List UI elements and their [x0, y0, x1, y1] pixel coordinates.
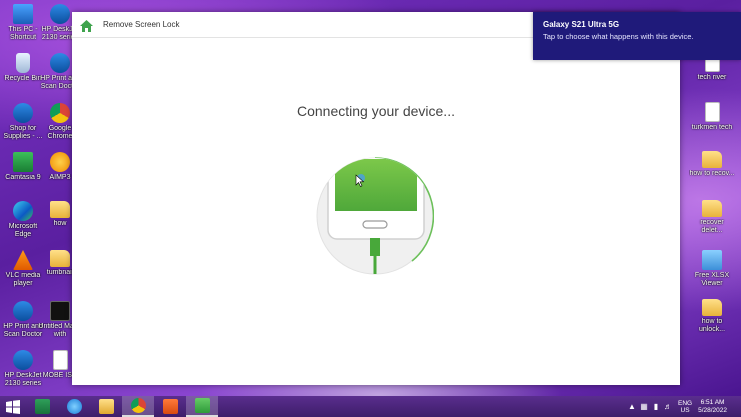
clock[interactable]: 6:51 AM 5/28/2022 — [698, 399, 727, 415]
hp-icon — [50, 4, 70, 24]
desktop-icon-label: how to unlock... — [698, 318, 726, 333]
hp-icon — [50, 53, 70, 73]
edge-icon — [13, 201, 33, 221]
folder-icon — [702, 299, 722, 316]
chevron-up-icon[interactable]: ▲ — [626, 402, 638, 411]
hp-icon — [13, 350, 33, 370]
connecting-status-text: Connecting your device... — [297, 103, 455, 119]
ie-icon — [66, 399, 82, 414]
doc-icon — [704, 102, 720, 122]
hp-icon — [13, 301, 33, 321]
notification-body: Tap to choose what happens with this dev… — [543, 32, 694, 41]
home-icon[interactable] — [80, 19, 93, 32]
doc-icon — [52, 350, 68, 370]
volume-icon[interactable]: ♬ — [662, 402, 674, 411]
network-icon[interactable]: ▦ — [638, 402, 650, 411]
desktop-icon[interactable]: how to unlock... — [689, 299, 735, 334]
recycle-bin-icon — [16, 53, 30, 73]
device-notification-toast[interactable]: Galaxy S21 Ultra 5G Tap to choose what h… — [533, 12, 741, 60]
chrome-icon — [130, 398, 146, 413]
desktop-icon-label: how to recov... — [689, 170, 735, 177]
taskbar-excel[interactable] — [26, 396, 58, 417]
folder-icon — [702, 200, 722, 217]
desktop-icon[interactable]: how to recov... — [689, 151, 735, 178]
taskbar-internet-explorer[interactable] — [58, 396, 90, 417]
desktop-icon[interactable]: Free XLSX Viewer — [689, 250, 735, 288]
start-button[interactable] — [0, 396, 26, 417]
system-tray: ▲ ▦ ▮ ♬ ENG US 6:51 AM 5/28/2022 — [626, 396, 741, 417]
camtasia-icon — [162, 399, 178, 414]
excel-icon — [34, 399, 50, 414]
phone-connecting-illustration — [316, 157, 435, 279]
desktop-icon[interactable]: turkmen tech — [689, 102, 735, 132]
chrome-icon — [50, 103, 70, 123]
clock-time: 6:51 AM — [700, 398, 725, 406]
folder-icon — [702, 151, 722, 168]
pc-icon — [13, 4, 33, 24]
vlc-icon — [13, 250, 33, 270]
desktop-icon-label: turkmen tech — [691, 124, 733, 131]
aimp-icon — [50, 152, 70, 172]
windows-logo-icon — [6, 399, 20, 414]
remove-screen-lock-window[interactable]: Remove Screen Lock Connecting your devic… — [72, 12, 680, 385]
taskbar-remove-lock-app[interactable] — [186, 396, 218, 417]
video-icon — [50, 301, 70, 321]
desktop-icon-label: tech river — [697, 74, 727, 81]
desktop-icon-label: recover delet... — [700, 219, 724, 234]
desktop-icon-label: Free XLSX Viewer — [694, 272, 730, 287]
folder-icon — [50, 201, 70, 218]
camtasia-icon — [13, 152, 33, 172]
folder-icon — [50, 250, 70, 267]
app-title: Remove Screen Lock — [103, 20, 180, 29]
clock-date: 5/28/2022 — [698, 406, 727, 414]
desktop-icon[interactable]: recover delet... — [689, 200, 735, 235]
taskbar: ▲ ▦ ▮ ♬ ENG US 6:51 AM 5/28/2022 — [0, 396, 741, 417]
taskbar-camtasia[interactable] — [154, 396, 186, 417]
notification-title: Galaxy S21 Ultra 5G — [543, 20, 620, 29]
remove-lock-app-icon — [194, 398, 210, 413]
file-explorer-icon — [98, 399, 114, 414]
taskbar-file-explorer[interactable] — [90, 396, 122, 417]
taskbar-chrome[interactable] — [122, 396, 154, 417]
hp-icon — [13, 103, 33, 123]
sheet-icon — [702, 250, 722, 270]
input-language[interactable]: ENG US — [678, 400, 692, 414]
signal-icon[interactable]: ▮ — [650, 402, 662, 411]
